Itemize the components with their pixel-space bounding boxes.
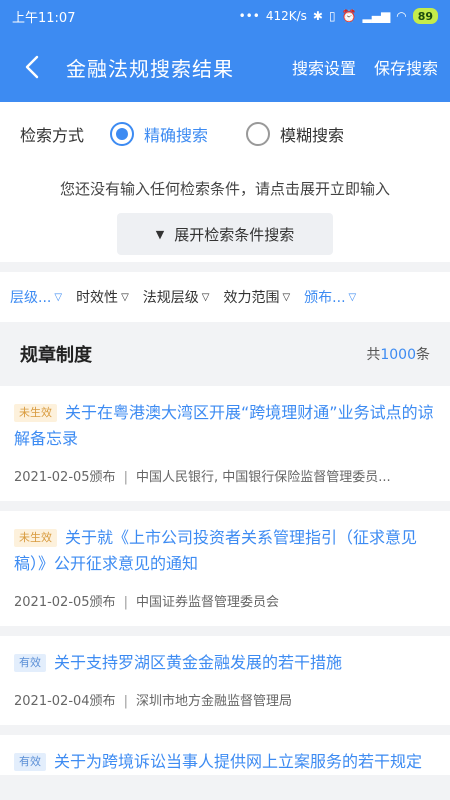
search-settings-button[interactable]: 搜索设置 — [292, 55, 356, 79]
search-mode-row: 检索方式 精确搜索 模糊搜索 — [0, 102, 450, 166]
fuzzy-search-radio[interactable]: 模糊搜索 — [246, 122, 344, 146]
search-hint-text: 您还没有输入任何检索条件，请点击展开立即输入 — [59, 180, 390, 198]
result-title: 未生效 关于就《上市公司投资者关系管理指引（征求意见稿）》公开征求意见的通知 — [14, 528, 418, 573]
chevron-down-icon: ▽ — [54, 291, 63, 303]
alarm-icon: ⏰ — [341, 9, 357, 23]
chevron-down-icon: ▽ — [282, 291, 291, 303]
fuzzy-search-label: 模糊搜索 — [280, 126, 345, 145]
save-search-button[interactable]: 保存搜索 — [374, 55, 438, 79]
network-speed: 412K/s — [265, 9, 307, 23]
exact-search-radio[interactable]: 精确搜索 — [110, 122, 208, 146]
back-button[interactable] — [12, 47, 52, 87]
chevron-down-icon: ▽ — [348, 291, 357, 303]
status-time: 上午11:07 — [12, 10, 76, 26]
result-title: 未生效 关于在粤港澳大湾区开展“跨境理财通”业务试点的谅解备忘录 — [14, 403, 434, 448]
result-meta: 2021-02-05颁布 | 中国证券监督管理委员会 — [14, 595, 279, 610]
result-card[interactable]: 未生效 关于在粤港澳大湾区开展“跨境理财通”业务试点的谅解备忘录 2021-02-… — [0, 386, 450, 501]
result-count: 共1000条 — [366, 347, 430, 363]
status-badge: 未生效 — [14, 404, 57, 422]
chevron-down-icon: ▽ — [121, 291, 129, 303]
result-card[interactable]: 有效 关于支持罗湖区黄金金融发展的若干措施 2021-02-04颁布 | 深圳市地方金… — [0, 636, 450, 725]
filter-effective-scope[interactable]: 效力范围 ▽ — [223, 287, 290, 307]
status-badge: 未生效 — [14, 529, 57, 547]
filter-regulation-level[interactable]: 法规层级 ▽ — [143, 287, 210, 307]
result-meta: 2021-02-05颁布 | 中国人民银行, 中国银行保险监督管理委员... — [14, 470, 391, 485]
exact-search-label: 精确搜索 — [144, 126, 209, 145]
radio-checked-icon — [110, 122, 135, 146]
signal-icon: ▂▄▆ — [362, 9, 391, 23]
navigation-bar: 金融法规搜索结果 搜索设置 保存搜索 — [0, 32, 450, 102]
result-card[interactable]: 有效 关于为跨境诉讼当事人提供网上立案服务的若干规定 — [0, 735, 450, 775]
filter-validity[interactable]: 时效性 ▽ — [76, 287, 129, 307]
battery-indicator: 89 — [412, 8, 438, 24]
result-issuer: 中国证券监督管理委员会 — [135, 595, 279, 610]
expand-search-label: 展开检索条件搜索 — [174, 225, 295, 244]
back-arrow-icon — [25, 55, 39, 79]
expand-search-conditions-button[interactable]: ▼ 展开检索条件搜索 — [117, 213, 333, 255]
page-title: 金融法规搜索结果 — [66, 56, 234, 81]
result-date: 2021-02-04颁布 — [14, 694, 116, 709]
section-header: 规章制度 共1000条 — [0, 322, 450, 386]
section-title: 规章制度 — [20, 345, 92, 366]
result-date: 2021-02-05颁布 — [14, 595, 116, 610]
status-badge: 有效 — [14, 753, 46, 771]
triangle-down-icon: ▼ — [155, 227, 165, 241]
vibrate-icon: ▯ — [328, 9, 336, 23]
dots-icon: ••• — [238, 9, 260, 23]
radio-unchecked-icon — [246, 122, 271, 146]
result-title: 有效 关于为跨境诉讼当事人提供网上立案服务的若干规定 — [14, 749, 436, 775]
search-hint-area: 您还没有输入任何检索条件，请点击展开立即输入 ▼ 展开检索条件搜索 — [0, 166, 450, 262]
bluetooth-icon: ✱ — [312, 9, 323, 23]
status-badge: 有效 — [14, 654, 46, 672]
search-mode-label: 检索方式 — [20, 126, 85, 145]
filter-bar: 层级... ▽ 时效性 ▽ 法规层级 ▽ 效力范围 ▽ 颁布... ▽ — [0, 272, 450, 322]
chevron-down-icon: ▽ — [201, 291, 210, 303]
result-card[interactable]: 未生效 关于就《上市公司投资者关系管理指引（征求意见稿）》公开征求意见的通知 20… — [0, 511, 450, 626]
wifi-icon: ◠ — [396, 9, 407, 23]
filter-level[interactable]: 层级... ▽ — [10, 287, 62, 307]
status-bar: 上午11:07 ••• 412K/s ✱ ▯ ⏰ ▂▄▆ ◠ 89 — [0, 0, 450, 32]
filter-issue-date[interactable]: 颁布... ▽ — [304, 287, 356, 307]
result-issuer: 中国人民银行, 中国银行保险监督管理委员... — [135, 470, 391, 485]
app-header: 上午11:07 ••• 412K/s ✱ ▯ ⏰ ▂▄▆ ◠ 89 金融法规搜索… — [0, 0, 450, 102]
result-issuer: 深圳市地方金融监督管理局 — [135, 694, 292, 709]
result-meta: 2021-02-04颁布 | 深圳市地方金融监督管理局 — [14, 694, 292, 709]
result-title: 有效 关于支持罗湖区黄金金融发展的若干措施 — [14, 650, 436, 676]
result-date: 2021-02-05颁布 — [14, 470, 116, 485]
